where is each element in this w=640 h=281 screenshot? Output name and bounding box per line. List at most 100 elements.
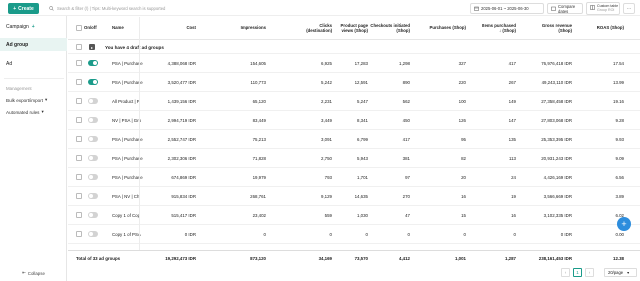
cell-roas: 9.09: [615, 156, 624, 161]
cell-name[interactable]: PSA | Purchase: [112, 168, 162, 187]
table-row[interactable]: Copy 1 of PSA 0 IDR 0 0 0 0 0 0 0 IDR 0.00: [68, 225, 640, 244]
header-purchases[interactable]: Purchases (Shop): [420, 17, 466, 40]
compare-dates-button[interactable]: Compare dates: [547, 3, 583, 14]
row-checkbox[interactable]: [76, 136, 82, 142]
sidebar-item-ad[interactable]: Ad: [0, 57, 67, 70]
table-row[interactable]: NV | PSA | Gro 2,994,719 IDR 83,449 3,449 8,…: [68, 111, 640, 130]
pagination: ‹ 1 › 20/page ▾: [520, 268, 640, 278]
header-checkouts[interactable]: Checkouts initiated (Shop): [368, 17, 410, 40]
table-row[interactable]: PSA | Purchase 4,388,068 IDR 154,605 6,925 1…: [68, 54, 640, 73]
cell-ppv: 14,635: [354, 194, 368, 199]
draft-ad-groups-row[interactable]: ▸ You have 4 draft ad groups: [68, 40, 640, 54]
sidebar-link-bulk-export[interactable]: Bulk export/import ▾: [6, 97, 47, 103]
header-product-page-views[interactable]: Product page views (Shop): [332, 17, 368, 40]
row-status-toggle[interactable]: [88, 212, 98, 218]
custom-table-button[interactable]: Custom table Group ROI: [586, 2, 620, 15]
table-row[interactable]: PSA | Purchase 2,302,306 IDR 71,828 2,750 5,…: [68, 149, 640, 168]
header-onoff[interactable]: On/off: [84, 17, 104, 40]
cell-purchases: 20: [461, 175, 466, 180]
cell-checkouts: 890: [402, 80, 410, 85]
row-checkbox[interactable]: [76, 174, 82, 180]
cell-items: 147: [508, 118, 516, 123]
total-roas: 12.38: [613, 255, 624, 261]
cell-items: 267: [508, 80, 516, 85]
cell-purchases: 15: [461, 213, 466, 218]
header-impressions[interactable]: Impressions: [228, 17, 266, 40]
page-button-current[interactable]: 1: [573, 268, 582, 277]
table-row[interactable]: All Product | P 1,439,156 IDR 65,120 2,231 5…: [68, 92, 640, 111]
expand-arrow-icon[interactable]: ▸: [89, 44, 95, 50]
prev-page-button[interactable]: ‹: [561, 268, 570, 277]
row-status-toggle[interactable]: [88, 174, 98, 180]
row-checkbox[interactable]: [76, 60, 82, 66]
cell-clicks: 6,925: [321, 61, 332, 66]
row-checkbox[interactable]: [76, 193, 82, 199]
total-cost: 19,292,473 IDR: [165, 255, 196, 261]
row-status-toggle[interactable]: [88, 136, 98, 142]
row-status-toggle[interactable]: [88, 60, 98, 66]
add-campaign-icon[interactable]: +: [32, 24, 35, 30]
cell-ppv: 1,701: [357, 175, 368, 180]
header-gross-revenue[interactable]: Gross revenue (Shop): [536, 17, 572, 40]
row-checkbox[interactable]: [76, 98, 82, 104]
row-checkbox[interactable]: [76, 79, 82, 85]
row-status-toggle[interactable]: [88, 231, 98, 237]
row-status-toggle[interactable]: [88, 98, 98, 104]
row-checkbox[interactable]: [76, 231, 82, 237]
header-cost[interactable]: Cost: [166, 17, 196, 40]
cell-cost: 2,552,747 IDR: [167, 137, 196, 142]
table-row[interactable]: PSA | Purchase 3,520,477 IDR 110,773 5,242 1…: [68, 73, 640, 92]
cell-roas: 9.28: [615, 118, 624, 123]
table-row[interactable]: PSA | Purchase 674,869 IDR 19,979 793 1,701 9…: [68, 168, 640, 187]
total-gross-revenue: 238,161,453 IDR: [538, 255, 572, 261]
table-row[interactable]: PSA | NV | Ch 915,834 IDR 268,761 9,129 14,6…: [68, 187, 640, 206]
header-clicks[interactable]: Clicks (destination): [296, 17, 332, 40]
cell-name[interactable]: PSA | Purchase: [112, 54, 162, 73]
cell-name[interactable]: PSA | NV | Ch: [112, 187, 162, 206]
cell-name[interactable]: NV | PSA | Gro: [112, 111, 162, 130]
select-all-checkbox[interactable]: [76, 25, 82, 31]
page-size-value: 20/page: [608, 270, 624, 275]
cell-purchases: 327: [458, 61, 466, 66]
help-fab-button[interactable]: +: [617, 217, 631, 231]
chevron-down-icon: ▾: [41, 109, 44, 114]
row-status-toggle[interactable]: [88, 79, 98, 85]
cell-name[interactable]: Copy 1 of Cop: [112, 206, 162, 225]
page-size-select[interactable]: 20/page ▾: [604, 268, 637, 277]
row-checkbox[interactable]: [76, 212, 82, 218]
table-total-row: Total of 33 ad groups 19,292,473 IDR 873…: [68, 250, 640, 264]
cell-name[interactable]: Copy 1 of PSA: [112, 225, 162, 244]
table-row[interactable]: PSA | Purchase 2,552,747 IDR 75,213 3,091 6,…: [68, 130, 640, 149]
collapse-sidebar-button[interactable]: ⇤ Collapse: [0, 268, 67, 278]
cell-cost: 4,388,068 IDR: [167, 61, 196, 66]
header-name[interactable]: Name: [112, 17, 142, 40]
more-options-button[interactable]: ⋯: [623, 3, 635, 14]
search-input[interactable]: Search & filter (/) | Tips: Multi-keywor…: [45, 3, 465, 14]
row-status-toggle[interactable]: [88, 193, 98, 199]
cell-checkouts: 0: [407, 232, 410, 237]
header-roas[interactable]: ROAS (Shop): [592, 17, 624, 40]
draft-checkbox[interactable]: [76, 44, 82, 50]
table-row[interactable]: Copy 1 of Cop 515,417 IDR 23,402 559 1,030 47…: [68, 206, 640, 225]
cell-impressions: 83,449: [252, 118, 266, 123]
cell-checkouts: 417: [402, 137, 410, 142]
header-items-purchased[interactable]: Items purchased ↓ (Shop): [480, 17, 516, 40]
row-status-toggle[interactable]: [88, 117, 98, 123]
sidebar-item-ad-group[interactable]: Ad group: [0, 38, 67, 51]
cell-name[interactable]: PSA | Purchase: [112, 149, 162, 168]
cell-name[interactable]: PSA | Purchase: [112, 130, 162, 149]
row-checkbox[interactable]: [76, 155, 82, 161]
date-range-picker[interactable]: 2025-06-01 ~ 2025-06-30: [470, 3, 544, 14]
cell-name[interactable]: All Product | P: [112, 92, 162, 111]
sidebar-item-campaign[interactable]: Campaign +: [0, 20, 67, 33]
cell-impressions: 71,828: [252, 156, 266, 161]
create-button[interactable]: + Create: [8, 3, 39, 14]
row-status-toggle[interactable]: [88, 155, 98, 161]
cell-purchases: 220: [458, 80, 466, 85]
cell-name[interactable]: PSA | Purchase: [112, 73, 162, 92]
next-page-button[interactable]: ›: [585, 268, 594, 277]
cell-items: 113: [509, 156, 516, 161]
cell-clicks: 0: [329, 232, 332, 237]
row-checkbox[interactable]: [76, 117, 82, 123]
sidebar-link-automated-rules[interactable]: Automated rules ▾: [6, 109, 44, 115]
